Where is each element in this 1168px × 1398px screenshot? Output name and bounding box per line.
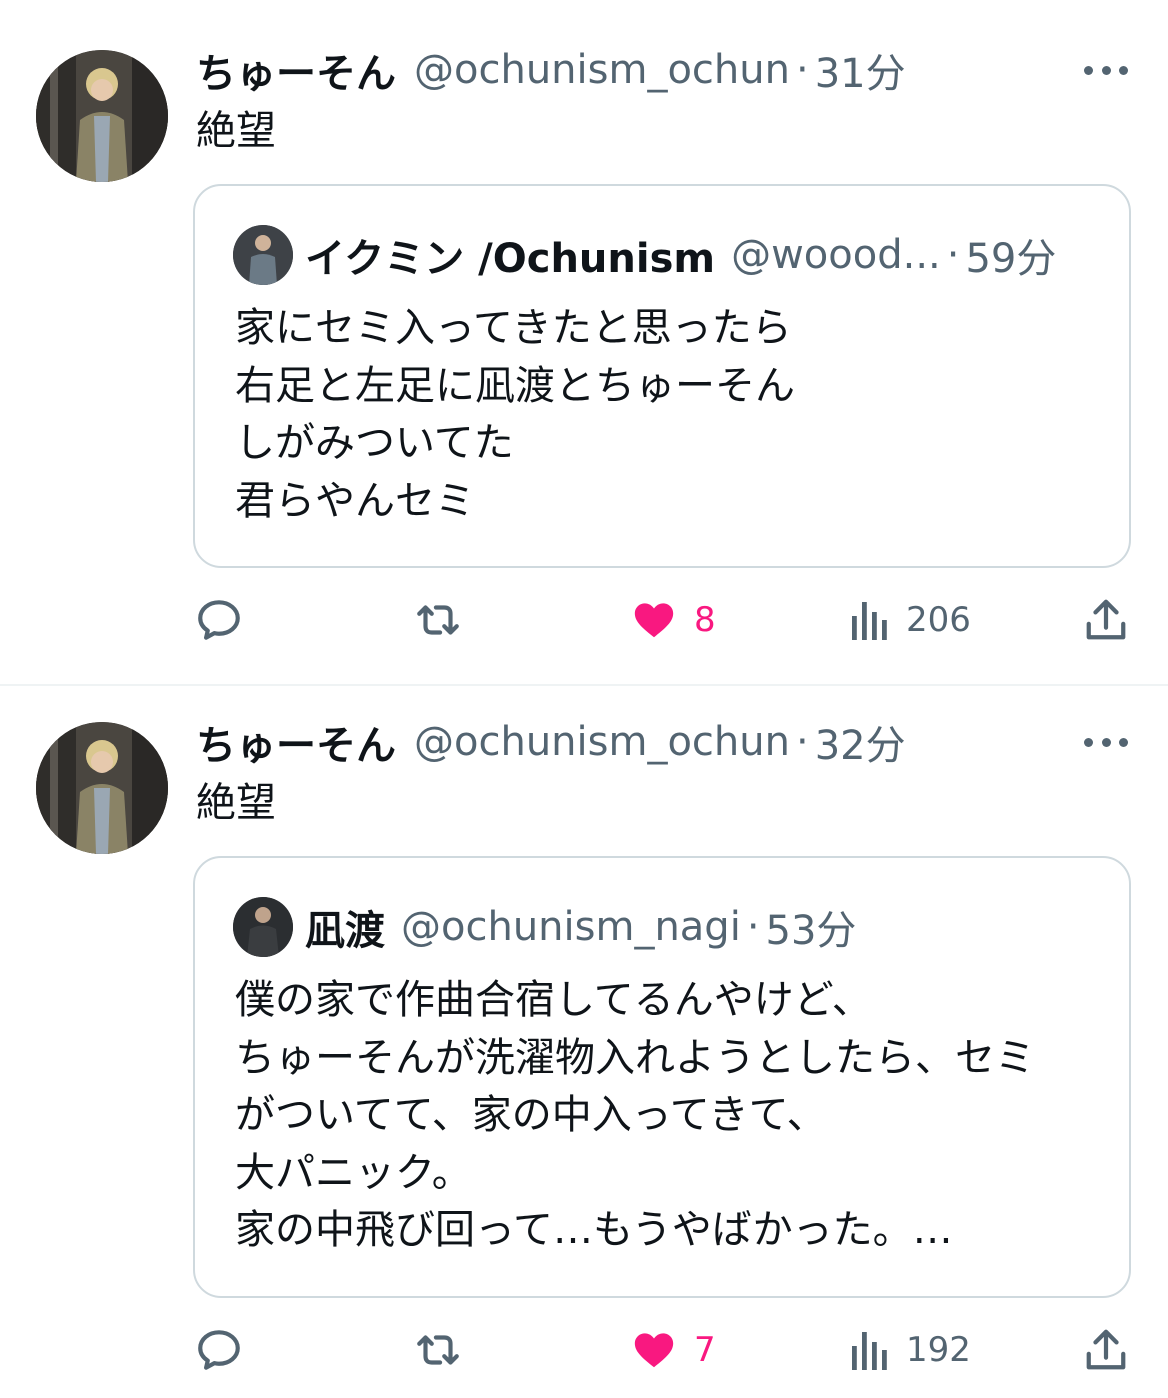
like-button[interactable]: 8 (630, 590, 716, 650)
quote-text-line: 僕の家で作曲合宿してるんやけど、 (235, 977, 872, 1023)
heart-icon (634, 1333, 674, 1368)
author-name[interactable]: ちゅーそん (196, 713, 396, 771)
share-icon (1086, 1329, 1126, 1370)
quoted-tweet[interactable]: 凪渡 @ochunism_nagi · 53分 僕の家で作曲合宿してるんやけど、… (193, 856, 1131, 1298)
quote-text: 僕の家で作曲合宿してるんやけど、 ちゅーそんが洗濯物入れようとしたら、セミ がつ… (235, 972, 1105, 1260)
quote-text: 家にセミ入ってきたと思ったら 右足と左足に凪渡とちゅーそん しがみついてた 君ら… (235, 300, 1105, 530)
separator: · (795, 719, 809, 765)
quote-text-line: 君らやんセミ (235, 477, 475, 524)
like-count: 7 (694, 1330, 716, 1370)
retweet-icon (417, 1335, 459, 1365)
tweet-header: ちゅーそん @ochunism_ochun · 31分 (196, 41, 906, 99)
quote-text-line: ちゅーそんが洗濯物入れようとしたら、セミ (235, 1034, 1035, 1081)
tweet-actions: 8 206 (0, 590, 1168, 650)
author-handle[interactable]: @ochunism_ochun (414, 719, 790, 765)
share-button[interactable] (1084, 590, 1128, 650)
quote-text-line: しがみついてた (235, 420, 514, 466)
views-icon (852, 1332, 887, 1370)
retweet-button[interactable] (412, 590, 464, 650)
share-button[interactable] (1084, 1320, 1128, 1380)
view-count: 192 (906, 1330, 971, 1370)
reply-icon (198, 1330, 240, 1370)
avatar-photo (36, 50, 168, 182)
quote-author-name: 凪渡 (305, 908, 385, 954)
share-icon (1086, 599, 1126, 640)
quote-text-line: 大パニック。 (235, 1149, 472, 1196)
retweet-icon (417, 605, 459, 635)
reply-icon (198, 600, 240, 640)
reply-button[interactable] (194, 1320, 244, 1380)
views-button[interactable]: 192 (850, 1320, 971, 1380)
tweet-header: ちゅーそん @ochunism_ochun · 32分 (196, 713, 906, 771)
quote-text-line: 家にセミ入ってきたと思ったら (235, 305, 792, 351)
avatar[interactable] (36, 722, 168, 854)
quote-header: 凪渡 @ochunism_nagi · 53分 (233, 896, 856, 958)
avatar[interactable] (36, 50, 168, 182)
view-count: 206 (906, 600, 971, 640)
quote-author-handle: @woood... (731, 232, 941, 278)
avatar-photo (36, 722, 168, 854)
tweet[interactable]: ちゅーそん @ochunism_ochun · 32分 絶望 凪渡 @ochun… (0, 672, 1168, 1398)
reply-button[interactable] (194, 590, 244, 650)
heart-icon (634, 603, 674, 638)
tweet-actions: 7 192 (0, 1320, 1168, 1380)
separator: · (746, 904, 760, 950)
quote-avatar (233, 897, 293, 957)
quote-header: イクミン /Ochunism @woood... · 59分 (233, 224, 1056, 286)
like-count: 8 (694, 600, 716, 640)
quote-avatar (233, 225, 293, 285)
more-icon[interactable] (1084, 732, 1128, 752)
quote-text-line: 家の中飛び回って…もうやばかった。… (235, 1207, 953, 1253)
views-icon (852, 602, 887, 640)
tweet-text: 絶望 (196, 780, 276, 826)
timestamp[interactable]: 32分 (815, 713, 906, 771)
views-button[interactable]: 206 (850, 590, 971, 650)
quote-author-handle: @ochunism_nagi (401, 904, 741, 950)
quote-text-line: がついてて、家の中入ってきて、 (235, 1092, 827, 1138)
quote-timestamp: 53分 (765, 908, 857, 954)
tweet[interactable]: ちゅーそん @ochunism_ochun · 31分 絶望 イクミン /Och… (0, 0, 1168, 684)
quote-text-line: 右足と左足に凪渡とちゅーそん (235, 362, 795, 409)
retweet-button[interactable] (412, 1320, 464, 1380)
quote-author-name: イクミン /Ochunism (305, 236, 716, 282)
tweet-text: 絶望 (196, 108, 276, 154)
like-button[interactable]: 7 (630, 1320, 716, 1380)
quoted-tweet[interactable]: イクミン /Ochunism @woood... · 59分 家にセミ入ってきた… (193, 184, 1131, 568)
timestamp[interactable]: 31分 (815, 41, 906, 99)
author-name[interactable]: ちゅーそん (196, 41, 396, 99)
separator: · (795, 47, 809, 93)
author-handle[interactable]: @ochunism_ochun (414, 47, 790, 93)
separator: · (946, 232, 960, 278)
more-icon[interactable] (1084, 60, 1128, 80)
quote-timestamp: 59分 (965, 236, 1057, 282)
